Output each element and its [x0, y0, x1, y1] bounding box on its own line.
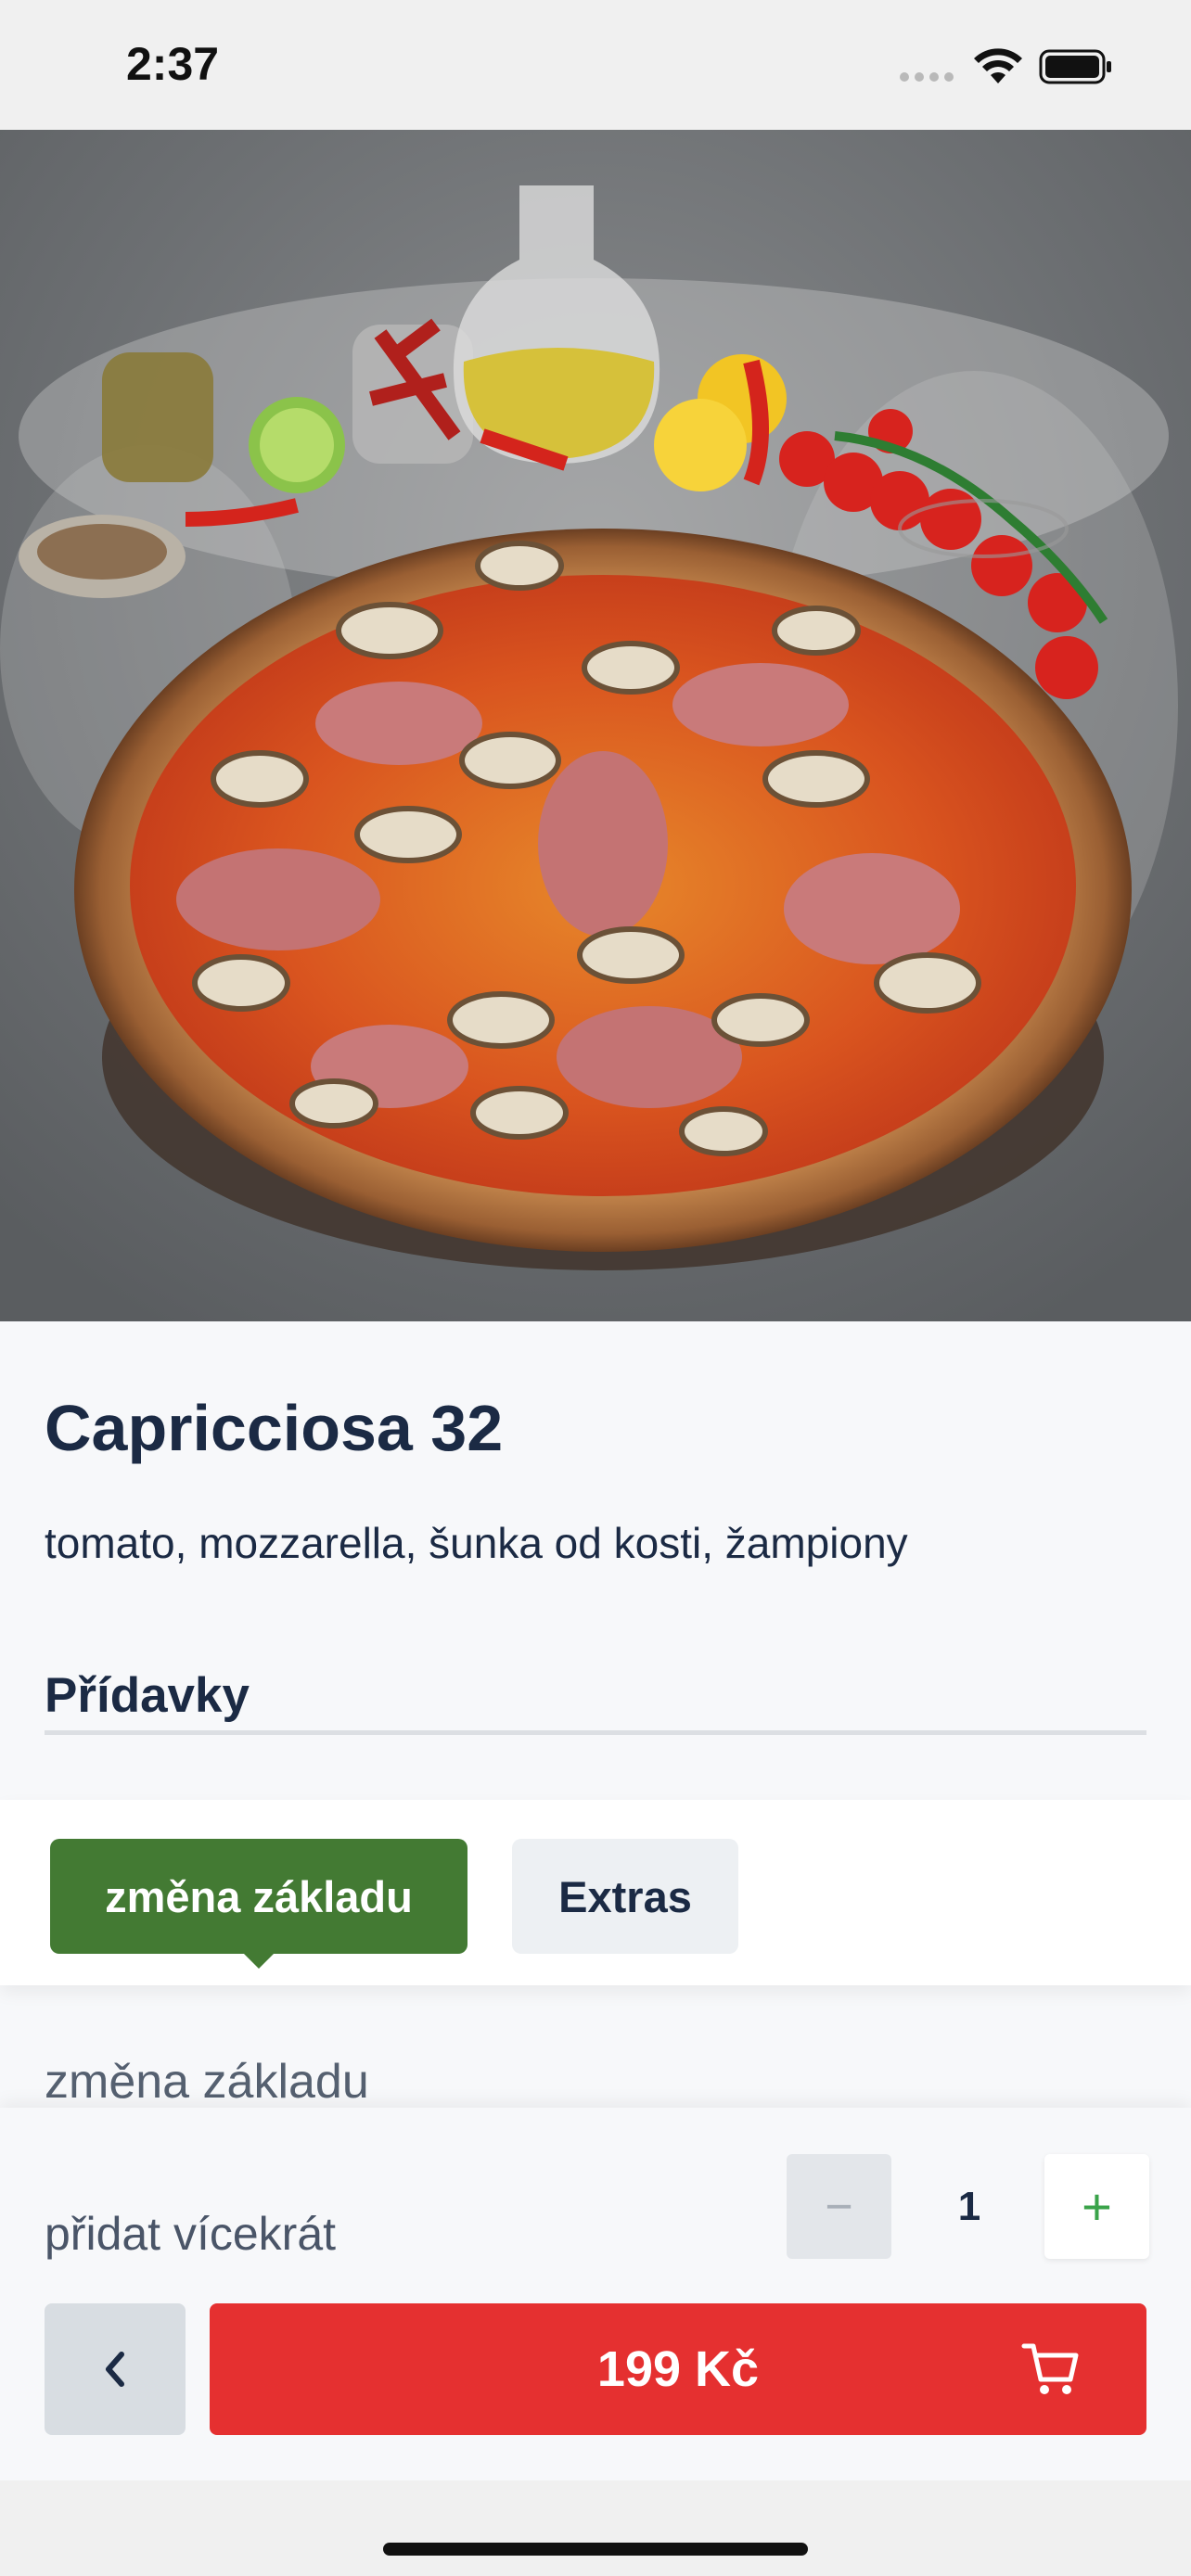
chevron-left-icon: [106, 2352, 124, 2387]
product-image: [0, 130, 1191, 1321]
tab-zmena-zakladu[interactable]: změna základu: [50, 1839, 467, 1969]
bottom-action-panel: přidat vícekrát − 1 + 199 Kč: [0, 2108, 1191, 2480]
home-indicator[interactable]: [383, 2543, 808, 2556]
add-to-cart-button[interactable]: 199 Kč: [210, 2303, 1146, 2435]
back-button[interactable]: [45, 2303, 186, 2435]
cellular-signal-icon: [900, 72, 954, 82]
addon-group-label: změna základu: [45, 2055, 369, 2109]
addon-tabs: změna základu Extras: [0, 1800, 1191, 1985]
add-to-cart-price: 199 Kč: [596, 2341, 760, 2397]
status-bar: 2:37: [0, 0, 1191, 130]
quantity-decrement-button[interactable]: −: [787, 2154, 891, 2259]
quantity-increment-button[interactable]: +: [1044, 2154, 1149, 2259]
quantity-value: 1: [957, 2183, 981, 2229]
home-indicator-area: [0, 2480, 1191, 2576]
cart-icon: [1021, 2343, 1079, 2394]
quantity-label: přidat vícekrát: [45, 2208, 337, 2260]
battery-icon: [1039, 49, 1111, 84]
section-divider: [45, 1730, 1146, 1735]
addons-heading: Přídavky: [45, 1668, 250, 1723]
tab-extras[interactable]: Extras: [512, 1839, 738, 1954]
product-title: Capricciosa 32: [45, 1392, 504, 1464]
wifi-icon: [974, 48, 1022, 83]
status-time: 2:37: [126, 38, 220, 90]
product-description: tomato, mozzarella, šunka od kosti, žamp…: [45, 1519, 908, 1567]
